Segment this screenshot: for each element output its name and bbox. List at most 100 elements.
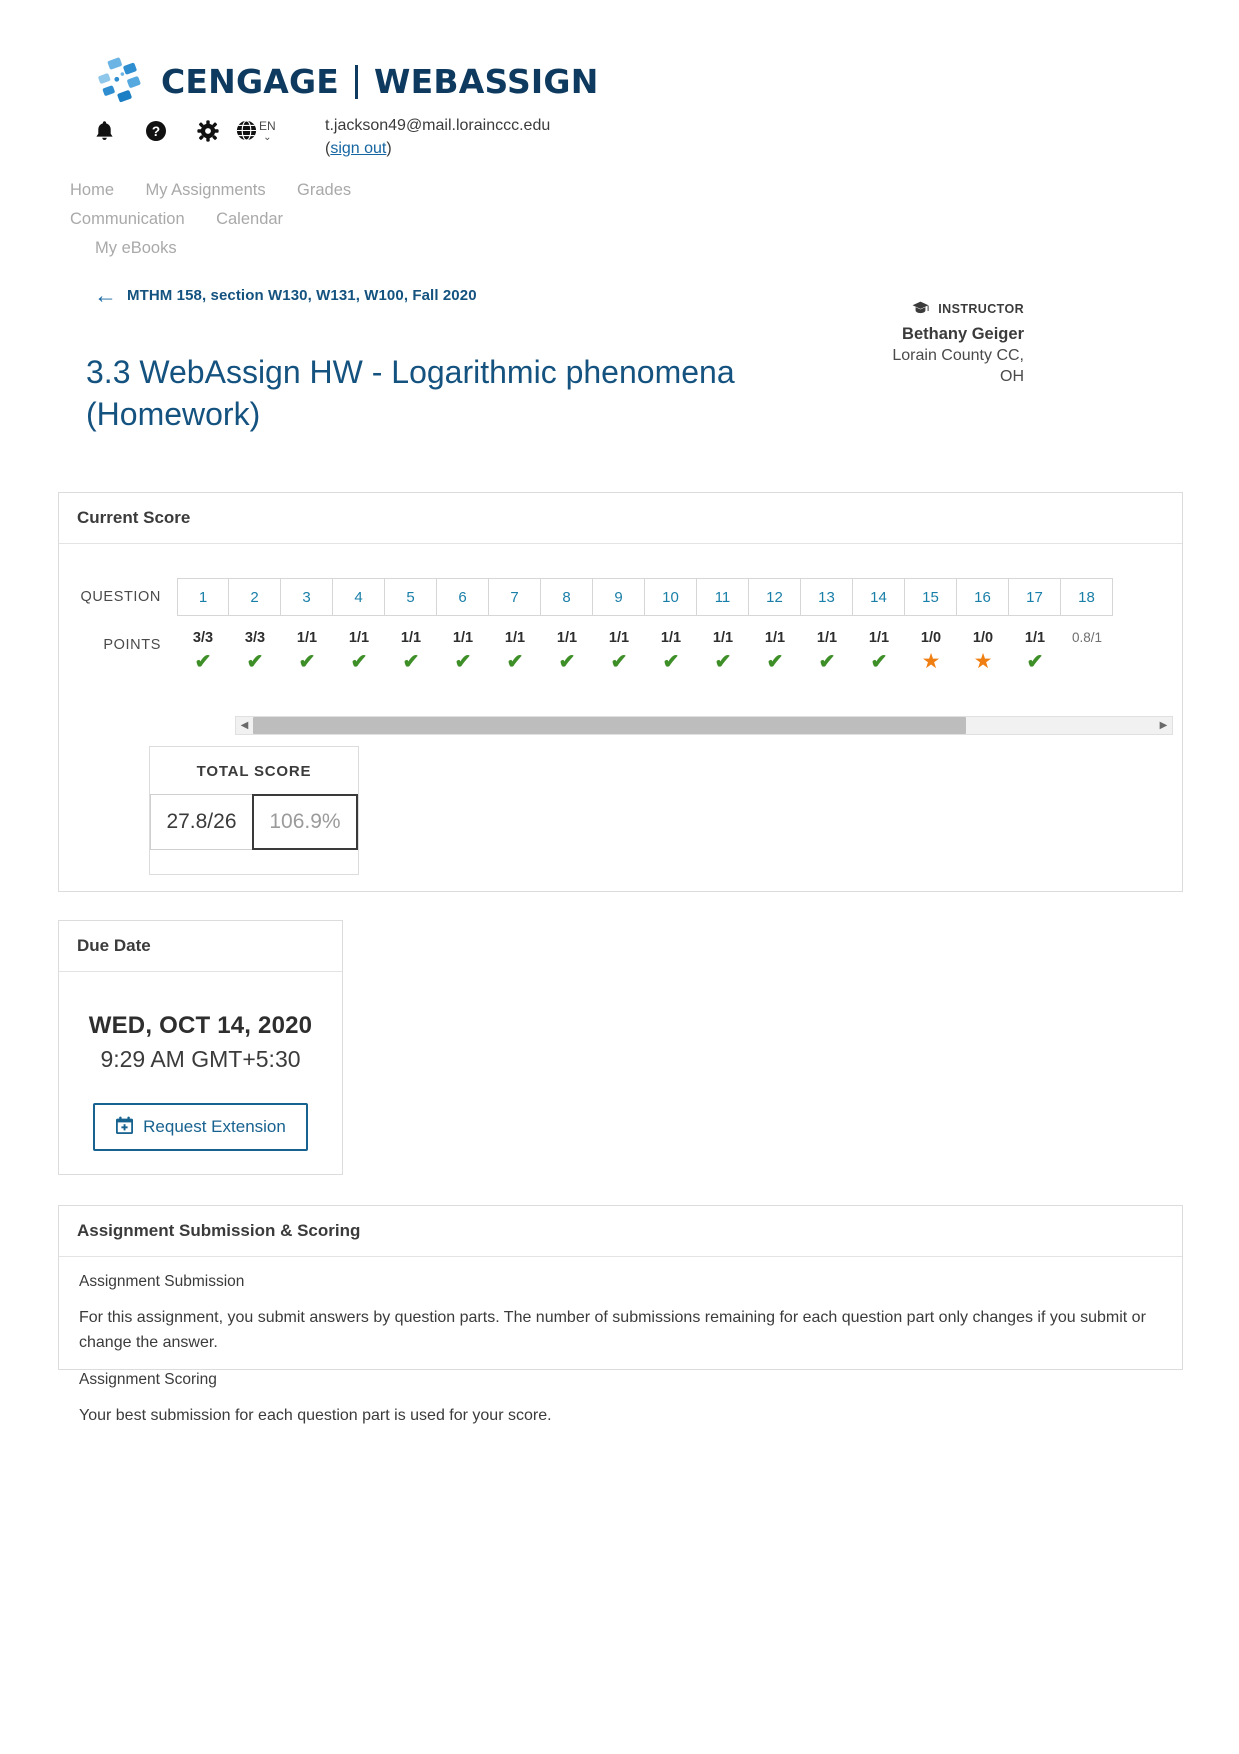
nav-home[interactable]: Home bbox=[70, 176, 114, 205]
submission-scoring-card: Assignment Submission & Scoring Assignme… bbox=[58, 1205, 1183, 1424]
check-icon: ✔ bbox=[298, 651, 316, 673]
points-cell: 1/1 ✔ bbox=[1009, 616, 1061, 673]
points-value: 1/1 bbox=[504, 630, 526, 646]
brand-cengage: CENGAGE bbox=[161, 62, 340, 101]
language-selector[interactable]: EN ⌄ bbox=[236, 120, 276, 147]
assignment-scoring-heading: Assignment Scoring bbox=[79, 1371, 217, 1388]
nav-calendar[interactable]: Calendar bbox=[216, 205, 283, 234]
breadcrumb[interactable]: ← MTHM 158, section W130, W131, W100, Fa… bbox=[94, 282, 477, 308]
brand-logo[interactable]: CENGAGE WEBASSIGN bbox=[95, 56, 599, 108]
points-cell: 1/1 ✔ bbox=[385, 616, 437, 673]
instructor-heading: INSTRUCTOR bbox=[819, 300, 1024, 317]
points-cell: 1/1 ✔ bbox=[281, 616, 333, 673]
question-cell[interactable]: 10 bbox=[645, 578, 697, 616]
question-cell[interactable]: 17 bbox=[1009, 578, 1061, 616]
question-row: QUESTION 1 2 3 4 5 6 7 8 9 10 11 12 13 14 15 16 17 18 bbox=[59, 578, 1182, 616]
question-cell[interactable]: 3 bbox=[281, 578, 333, 616]
question-cell[interactable]: 15 bbox=[905, 578, 957, 616]
points-value: 1/1 bbox=[452, 630, 474, 646]
points-row-label: POINTS bbox=[103, 636, 161, 653]
page-root: CENGAGE WEBASSIGN ? EN ⌄ t.jackson49@mai… bbox=[0, 0, 1239, 1754]
scroll-left-arrow-icon[interactable]: ◀ bbox=[236, 717, 253, 734]
submission-scoring-body: Assignment Submission For this assignmen… bbox=[59, 1257, 1182, 1446]
question-cell[interactable]: 16 bbox=[957, 578, 1009, 616]
nav-grades[interactable]: Grades bbox=[297, 176, 351, 205]
question-cell[interactable]: 5 bbox=[385, 578, 437, 616]
check-icon: ✔ bbox=[350, 651, 368, 673]
check-icon: ✔ bbox=[194, 651, 212, 673]
question-cell[interactable]: 8 bbox=[541, 578, 593, 616]
points-cell: 1/1 ✔ bbox=[801, 616, 853, 673]
scroll-right-arrow-icon[interactable]: ▶ bbox=[1155, 717, 1172, 734]
scrollbar-track[interactable] bbox=[253, 717, 1155, 734]
question-cell[interactable]: 13 bbox=[801, 578, 853, 616]
points-cell: 1/1 ✔ bbox=[437, 616, 489, 673]
cengage-mark-icon bbox=[95, 56, 147, 108]
instructor-school-line2: OH bbox=[1000, 368, 1024, 385]
brand-webassign: WEBASSIGN bbox=[374, 62, 599, 101]
account-email: t.jackson49@mail.lorainccc.edu bbox=[325, 117, 551, 134]
question-cell[interactable]: 12 bbox=[749, 578, 801, 616]
due-time-value: 9:29 AM GMT+5:30 bbox=[100, 1046, 301, 1072]
nav-communication[interactable]: Communication bbox=[70, 205, 185, 234]
due-date-card: Due Date WED, OCT 14, 2020 9:29 AM GMT+5… bbox=[58, 920, 343, 1175]
points-value: 1/1 bbox=[348, 630, 370, 646]
sign-out-link[interactable]: sign out bbox=[330, 140, 386, 157]
points-cell: 3/3 ✔ bbox=[229, 616, 281, 673]
points-cell: 1/0 ★ bbox=[905, 616, 957, 673]
question-row-label: QUESTION bbox=[80, 589, 161, 605]
settings-gear-icon[interactable] bbox=[182, 120, 234, 142]
points-value: 1/1 bbox=[868, 630, 890, 646]
points-value: 1/1 bbox=[816, 630, 838, 646]
language-code-label: EN ⌄ bbox=[259, 119, 276, 143]
points-cell: 3/3 ✔ bbox=[177, 616, 229, 673]
nav-my-assignments[interactable]: My Assignments bbox=[145, 176, 265, 205]
graduation-cap-icon bbox=[912, 300, 934, 317]
check-icon: ✔ bbox=[402, 651, 420, 673]
points-value: 3/3 bbox=[192, 630, 214, 646]
check-icon: ✔ bbox=[870, 651, 888, 673]
questions-horizontal-scrollbar[interactable]: ◀ ▶ bbox=[235, 716, 1173, 735]
points-cell: 1/1 ✔ bbox=[489, 616, 541, 673]
back-arrow-icon: ← bbox=[94, 282, 117, 308]
question-cell[interactable]: 7 bbox=[489, 578, 541, 616]
points-cell: 1/1 ✔ bbox=[749, 616, 801, 673]
question-cell[interactable]: 2 bbox=[229, 578, 281, 616]
signout-wrapper: (sign out) bbox=[325, 137, 550, 161]
notifications-icon[interactable] bbox=[78, 120, 130, 142]
svg-text:?: ? bbox=[152, 124, 160, 139]
due-date-body: WED, OCT 14, 2020 9:29 AM GMT+5:30 Reque… bbox=[59, 972, 342, 1151]
total-score-points: 27.8/26 bbox=[150, 794, 253, 850]
scrollbar-thumb[interactable] bbox=[253, 717, 966, 734]
question-cell[interactable]: 4 bbox=[333, 578, 385, 616]
main-navigation: Home My Assignments Grades Communication… bbox=[70, 176, 690, 263]
check-icon: ✔ bbox=[506, 651, 524, 673]
question-cell[interactable]: 14 bbox=[853, 578, 905, 616]
star-icon: ★ bbox=[973, 650, 993, 673]
question-cell[interactable]: 9 bbox=[593, 578, 645, 616]
points-value: 1/1 bbox=[296, 630, 318, 646]
instructor-block: INSTRUCTOR Bethany Geiger Lorain County … bbox=[819, 300, 1024, 387]
check-icon: ✔ bbox=[246, 651, 264, 673]
nav-my-ebooks[interactable]: My eBooks bbox=[95, 234, 177, 263]
request-extension-button[interactable]: Request Extension bbox=[93, 1103, 308, 1151]
check-icon: ✔ bbox=[610, 651, 628, 673]
question-cell[interactable]: 6 bbox=[437, 578, 489, 616]
points-cell: 1/1 ✔ bbox=[333, 616, 385, 673]
due-date-title: Due Date bbox=[59, 921, 342, 972]
points-cell: 1/1 ✔ bbox=[853, 616, 905, 673]
points-value: 0.8/1 bbox=[1071, 630, 1103, 645]
question-cell[interactable]: 1 bbox=[177, 578, 229, 616]
question-cell[interactable]: 11 bbox=[697, 578, 749, 616]
points-value: 1/1 bbox=[608, 630, 630, 646]
points-value: 1/1 bbox=[712, 630, 734, 646]
points-value: 1/1 bbox=[660, 630, 682, 646]
points-cell: 0.8/1 bbox=[1061, 616, 1113, 673]
check-icon: ✔ bbox=[454, 651, 472, 673]
help-icon[interactable]: ? bbox=[130, 120, 182, 142]
check-icon: ✔ bbox=[714, 651, 732, 673]
points-cell: 1/1 ✔ bbox=[697, 616, 749, 673]
question-cell[interactable]: 18 bbox=[1061, 578, 1113, 616]
points-value: 1/0 bbox=[972, 630, 994, 646]
question-cells-track: 1 2 3 4 5 6 7 8 9 10 11 12 13 14 15 16 17 18 bbox=[177, 578, 1115, 616]
